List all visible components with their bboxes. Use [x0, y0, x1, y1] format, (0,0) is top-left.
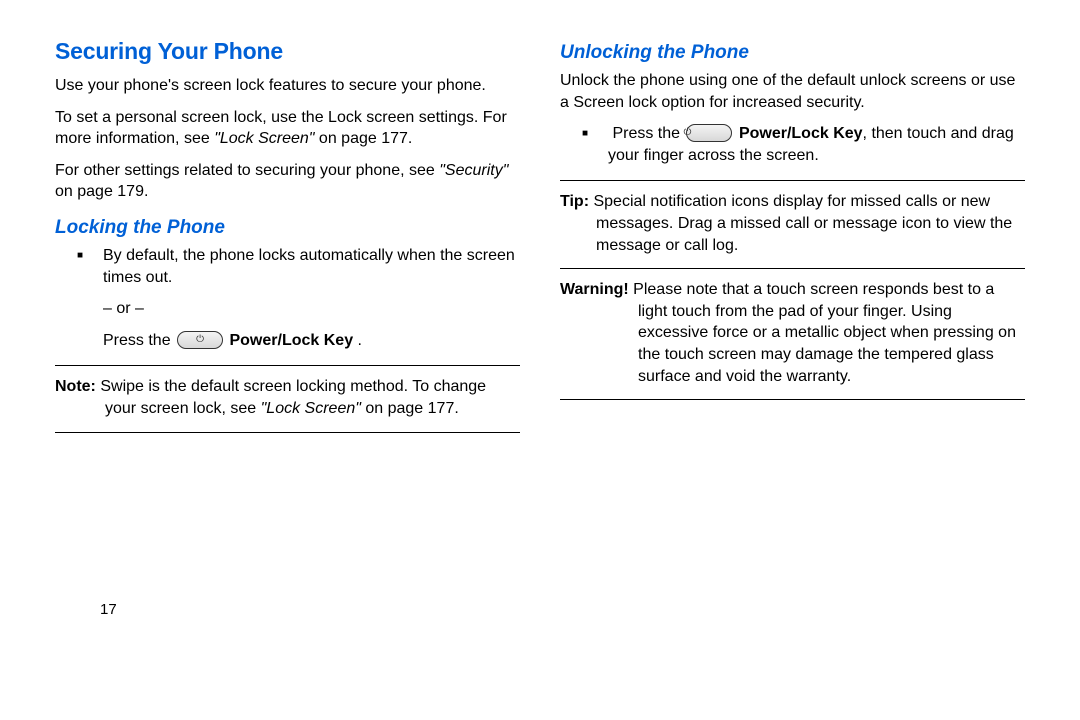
- ref-lock-screen: "Lock Screen": [261, 400, 361, 417]
- tip-label: Tip:: [560, 193, 589, 210]
- text: on page 179.: [55, 183, 148, 200]
- bullet-auto-lock: By default, the phone locks automaticall…: [55, 245, 520, 288]
- ref-security: "Security": [439, 162, 508, 179]
- warning-block: Warning! Please note that a touch screen…: [560, 269, 1025, 400]
- paragraph-intro: Use your phone's screen lock features to…: [55, 75, 520, 97]
- warning-text: Warning! Please note that a touch screen…: [560, 279, 1025, 387]
- note-label: Note:: [55, 378, 96, 395]
- text: Please note that a touch screen responds…: [629, 281, 1016, 384]
- heading-unlocking-the-phone: Unlocking the Phone: [560, 42, 1025, 64]
- text: Press the: [103, 332, 175, 349]
- right-column: Unlocking the Phone Unlock the phone usi…: [560, 38, 1025, 620]
- tip-text: Tip: Special notification icons display …: [560, 191, 1025, 256]
- bullet-press-power: Press the ⏻ Power/Lock Key .: [55, 330, 520, 352]
- text: on page 177.: [361, 400, 459, 417]
- text: Press the: [612, 125, 684, 142]
- heading-securing-your-phone: Securing Your Phone: [55, 38, 520, 65]
- text: Special notification icons display for m…: [589, 193, 1012, 253]
- power-key-icon: ⏻: [177, 331, 223, 349]
- ref-lock-screen: "Lock Screen": [214, 130, 314, 147]
- manual-page: Securing Your Phone Use your phone's scr…: [0, 0, 1080, 640]
- note-block: Note: Swipe is the default screen lockin…: [55, 365, 520, 432]
- paragraph-lockscreen-ref: To set a personal screen lock, use the L…: [55, 107, 520, 150]
- or-separator: – or –: [55, 298, 520, 320]
- power-key-icon: ⏻: [686, 124, 732, 142]
- bullet-text: By default, the phone locks automaticall…: [103, 247, 515, 286]
- paragraph-security-ref: For other settings related to securing y…: [55, 160, 520, 203]
- tip-block: Tip: Special notification icons display …: [560, 180, 1025, 269]
- power-lock-key-label: Power/Lock Key: [229, 332, 353, 349]
- text: For other settings related to securing y…: [55, 162, 439, 179]
- page-number: 17: [100, 601, 117, 618]
- note-text: Note: Swipe is the default screen lockin…: [55, 376, 520, 419]
- warning-label: Warning!: [560, 281, 629, 298]
- bullet-press-power-unlock: Press the ⏻ Power/Lock Key, then touch a…: [560, 123, 1025, 166]
- power-lock-key-label: Power/Lock Key: [739, 125, 863, 142]
- left-column: Securing Your Phone Use your phone's scr…: [55, 38, 520, 620]
- paragraph-unlock-intro: Unlock the phone using one of the defaul…: [560, 70, 1025, 113]
- power-symbol: ⏻: [196, 335, 204, 345]
- text: .: [353, 332, 362, 349]
- heading-locking-the-phone: Locking the Phone: [55, 217, 520, 239]
- text: on page 177.: [314, 130, 412, 147]
